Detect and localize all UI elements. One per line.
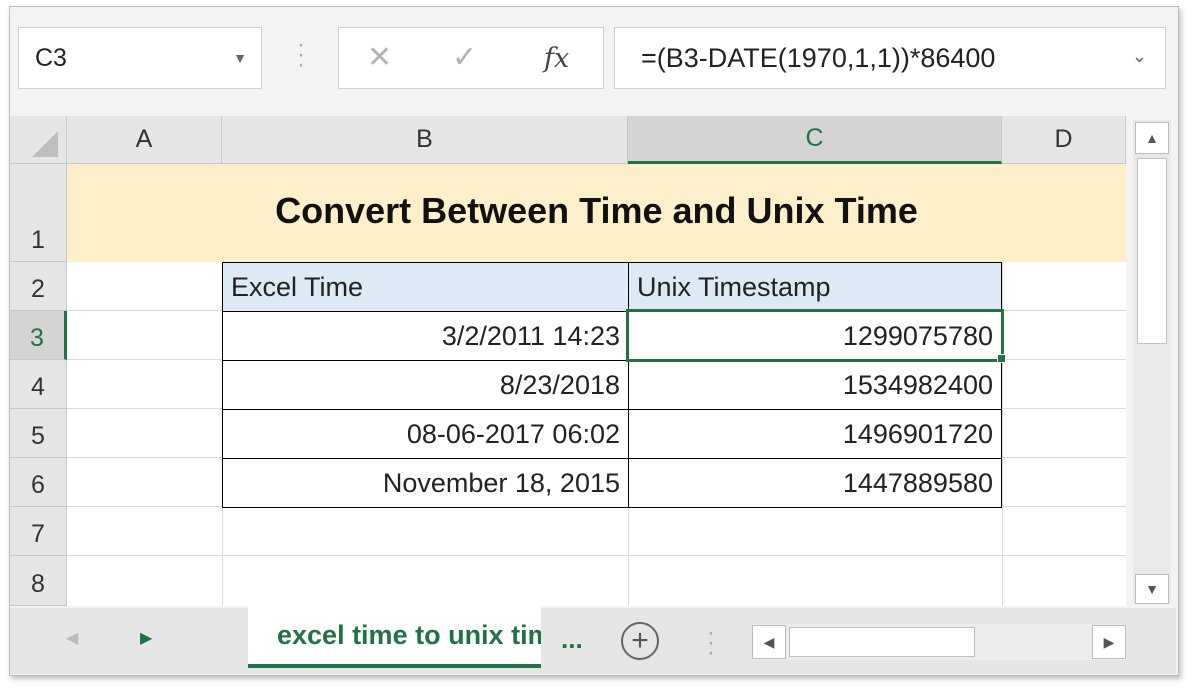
more-sheets-button[interactable]: ... [561,624,583,655]
scroll-right-icon[interactable]: ▶ [1092,625,1126,659]
cell-b6[interactable]: November 18, 2015 [222,458,629,508]
cell-c5[interactable]: 1496901720 [628,409,1002,459]
scroll-tabs-right-icon[interactable]: ▶ [140,628,152,648]
row-header-3[interactable]: 3 [10,311,67,360]
row-header-7[interactable]: 7 [10,507,67,556]
cell-b5[interactable]: 08-06-2017 06:02 [222,409,629,459]
row-header-5[interactable]: 5 [10,409,67,458]
cancel-icon[interactable]: ✕ [367,40,392,75]
cell-c6[interactable]: 1447889580 [628,458,1002,508]
row-header-4[interactable]: 4 [10,360,67,409]
select-all-button[interactable] [10,116,67,164]
table-header-unix-timestamp[interactable]: Unix Timestamp [628,262,1002,312]
scroll-down-icon[interactable]: ▼ [1135,574,1169,604]
cell-b4[interactable]: 8/23/2018 [222,360,629,410]
row-header-6[interactable]: 6 [10,458,67,507]
expand-formula-bar-icon[interactable]: ⌄ [1132,46,1147,67]
cell-c4[interactable]: 1534982400 [628,360,1002,410]
sheet-tab-active[interactable]: excel time to unix time [248,606,541,668]
enter-icon[interactable]: ✓ [452,40,477,75]
sheet-title[interactable]: Convert Between Time and Unix Time [67,164,1126,262]
insert-function-icon[interactable]: fx [544,43,569,74]
column-header-a[interactable]: A [67,116,222,164]
column-header-d[interactable]: D [1002,116,1126,164]
active-cell-border [626,309,1004,362]
scroll-tabs-left-icon[interactable]: ◀ [66,628,78,648]
scroll-up-icon[interactable]: ▲ [1135,122,1169,154]
formula-input[interactable]: =(B3-DATE(1970,1,1))*86400 ⌄ [614,27,1166,89]
tab-splitter-grip-icon[interactable]: · · · [701,621,721,668]
row-header-2[interactable]: 2 [10,262,67,311]
column-header-c[interactable]: C [628,116,1002,164]
cell-b3[interactable]: 3/2/2011 14:23 [222,311,629,361]
gridline [67,555,1126,556]
horizontal-scroll-thumb[interactable] [789,627,975,657]
formula-text: =(B3-DATE(1970,1,1))*86400 [641,42,996,73]
column-header-b[interactable]: B [222,116,628,164]
add-sheet-icon[interactable]: + [621,622,659,660]
vertical-scroll-thumb[interactable] [1137,158,1167,344]
fill-handle[interactable] [997,354,1006,363]
formula-bar-grip-icon[interactable]: · · · [291,33,311,80]
name-box-dropdown-icon[interactable]: ▼ [233,50,247,66]
select-all-icon [32,131,58,157]
row-header-1[interactable]: 1 [10,164,67,262]
table-header-excel-time[interactable]: Excel Time [222,262,629,312]
row-header-8[interactable]: 8 [10,556,67,606]
name-box-value: C3 [35,43,67,72]
formula-buttons: ✕ ✓ fx [338,27,604,89]
scroll-left-icon[interactable]: ◀ [752,625,786,659]
name-box[interactable]: C3 ▼ [18,27,262,89]
